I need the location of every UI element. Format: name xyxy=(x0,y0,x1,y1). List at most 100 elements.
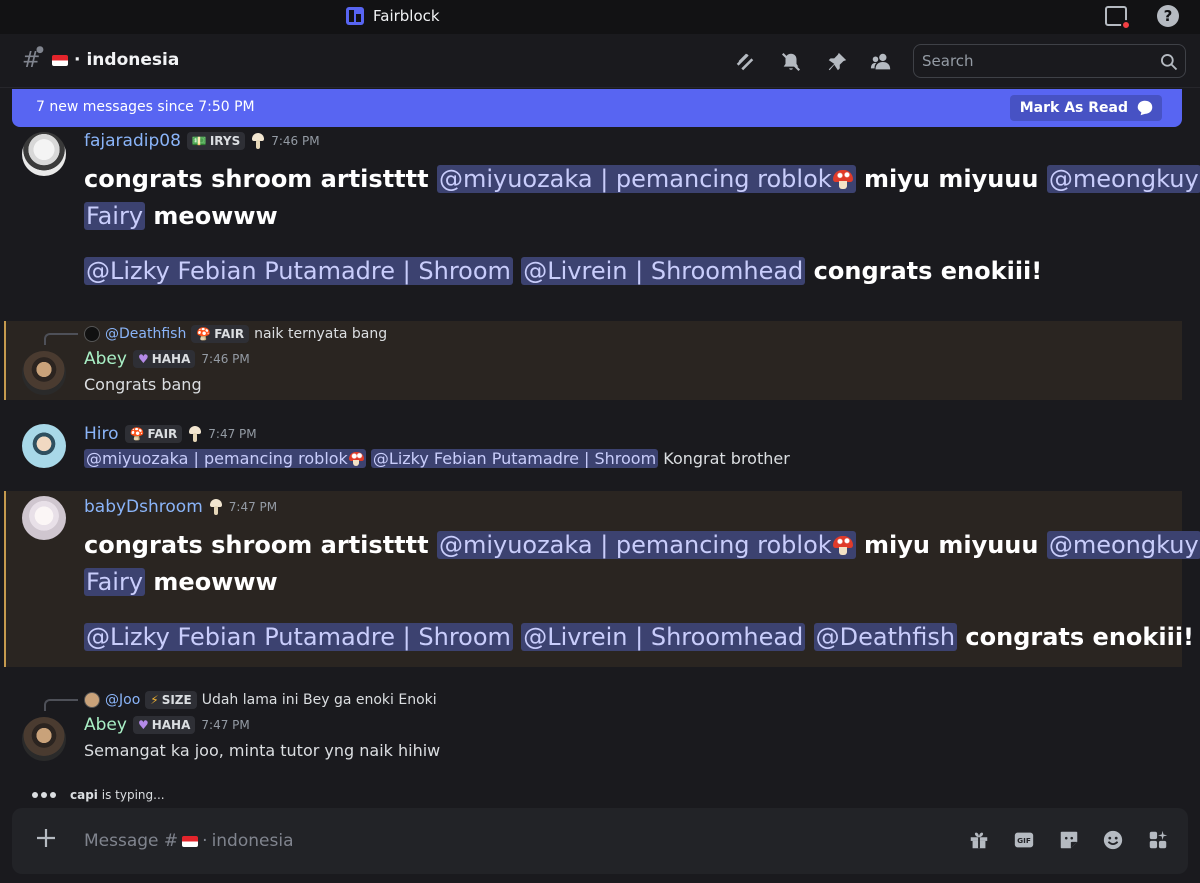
timestamp: 7:47 PM xyxy=(208,427,257,441)
reply-avatar xyxy=(84,692,100,708)
channel-title: · indonesia xyxy=(52,50,179,70)
avatar[interactable] xyxy=(22,424,66,468)
message-header: Abey ♥ HAHA 7:46 PM xyxy=(84,349,250,369)
channel-separator: · xyxy=(74,50,81,70)
reply-text: naik ternyata bang xyxy=(254,326,388,342)
window-title: Fairblock xyxy=(373,7,440,25)
reply-author[interactable]: @Deathfish xyxy=(105,326,186,342)
user-mention[interactable]: @Livrein | Shroomhead xyxy=(521,623,806,651)
typing-user: capi xyxy=(70,788,98,802)
mushroom-emoji-icon xyxy=(348,451,364,466)
role-tag: ⚡ SIZE xyxy=(145,691,197,709)
inbox-icon[interactable] xyxy=(1105,6,1131,30)
gift-icon[interactable] xyxy=(968,829,990,851)
user-mention[interactable]: @Lizky Febian Putamadre | Shroom xyxy=(84,257,513,285)
reply-preview[interactable]: @Deathfish 🍄 FAIR naik ternyata bang xyxy=(84,325,387,343)
avatar[interactable] xyxy=(22,717,66,761)
avatar[interactable] xyxy=(22,351,66,395)
new-messages-bar[interactable]: 7 new messages since 7:50 PM Mark As Rea… xyxy=(12,89,1182,127)
user-mention[interactable]: @Lizky Febian Putamadre | Shroom xyxy=(370,449,659,468)
message-text: congrats enokiii! xyxy=(813,257,1043,285)
message-text: congrats enokiii! xyxy=(965,623,1194,651)
mention-text: @miyuozaka | pemancing roblok xyxy=(438,165,832,193)
message-item[interactable]: Hiro 🍄 FAIR 7:47 PM @miyuozaka | pemancin… xyxy=(0,420,1200,480)
message-line: @miyuozaka | pemancing roblok @Lizky Feb… xyxy=(84,449,790,468)
typing-indicator: capi is typing... xyxy=(32,788,165,802)
threads-icon[interactable] xyxy=(734,51,756,73)
reply-preview[interactable]: @Joo ⚡ SIZE Udah lama ini Bey ga enoki En… xyxy=(84,691,437,709)
message-text: congrats shroom artistttt xyxy=(84,165,429,193)
mushroom-icon: 🍄 xyxy=(196,327,212,341)
gif-icon[interactable]: GIF xyxy=(1013,829,1035,851)
avatar[interactable] xyxy=(22,496,66,540)
user-mention[interactable]: @miyuozaka | pemancing roblok xyxy=(84,449,366,468)
message-item[interactable]: fajaradip08 💵 IRYS 7:46 PM congrats shroo… xyxy=(0,127,1200,310)
search-icon xyxy=(1161,54,1178,71)
emoji-icon[interactable] xyxy=(1102,829,1124,851)
message-header: Abey ♥ HAHA 7:47 PM xyxy=(84,715,250,735)
sticker-icon[interactable] xyxy=(1058,829,1080,851)
mention-text: @miyuozaka | pemancing roblok xyxy=(438,531,832,559)
user-mention[interactable]: @Lizky Febian Putamadre | Shroom xyxy=(84,623,513,651)
search-box[interactable] xyxy=(913,44,1186,78)
message-header: Hiro 🍄 FAIR 7:47 PM xyxy=(84,424,257,444)
indonesia-flag-icon xyxy=(182,835,199,847)
message-item[interactable]: @Deathfish 🍄 FAIR naik ternyata bang Abey… xyxy=(0,321,1200,400)
money-icon: 💵 xyxy=(191,134,207,148)
notification-bell-muted-icon[interactable] xyxy=(780,51,802,73)
mushroom-emoji-icon xyxy=(832,169,854,189)
svg-text:GIF: GIF xyxy=(1017,836,1031,845)
message-text: miyu miyuuu xyxy=(864,531,1039,559)
apps-icon[interactable] xyxy=(1147,829,1169,851)
member-list-icon[interactable] xyxy=(870,51,892,73)
message-text: Semangat ka joo, minta tutor yng naik hi… xyxy=(84,741,441,760)
mushroom-emoji-icon xyxy=(832,535,854,555)
mark-as-read-label: Mark As Read xyxy=(1019,100,1128,116)
timestamp: 7:46 PM xyxy=(201,352,250,366)
user-mention[interactable]: @miyuozaka | pemancing roblok xyxy=(436,165,856,193)
role-tag[interactable]: 🍄 FAIR xyxy=(124,425,183,443)
author-name[interactable]: Hiro xyxy=(84,424,119,444)
pinned-messages-icon[interactable] xyxy=(826,51,848,73)
user-mention[interactable]: @miyuozaka | pemancing roblok xyxy=(436,531,856,559)
message-line: congrats shroom artistttt @miyuozaka | p… xyxy=(84,165,1200,193)
new-messages-text: 7 new messages since 7:50 PM xyxy=(36,99,255,115)
reply-text: Udah lama ini Bey ga enoki Enoki xyxy=(201,692,437,708)
user-mention[interactable]: @Livrein | Shroomhead xyxy=(521,257,806,285)
message-item[interactable]: babyDshroom 7:47 PM congrats shroom arti… xyxy=(0,491,1200,667)
role-tag[interactable]: 💵 IRYS xyxy=(186,132,246,150)
author-name[interactable]: babyDshroom xyxy=(84,497,203,517)
message-line: Fairy meowww xyxy=(84,568,278,596)
help-icon[interactable]: ? xyxy=(1157,5,1179,27)
mushroom-badge-icon xyxy=(209,498,223,516)
author-name[interactable]: Abey xyxy=(84,349,127,369)
timestamp: 7:46 PM xyxy=(271,134,320,148)
add-attachment-icon[interactable] xyxy=(34,826,58,850)
mushroom-badge-icon xyxy=(188,425,202,443)
role-tag: 🍄 FAIR xyxy=(191,325,250,343)
message-text: meowww xyxy=(153,568,278,596)
fairblock-logo-icon xyxy=(346,7,364,25)
reply-avatar xyxy=(84,326,100,342)
reply-author[interactable]: @Joo xyxy=(105,692,140,708)
message-line: Fairy meowww xyxy=(84,202,278,230)
heart-icon: ♥ xyxy=(137,718,149,732)
avatar[interactable] xyxy=(22,132,66,176)
channel-header: # ● · indonesia xyxy=(0,34,1200,88)
mushroom-icon: 🍄 xyxy=(129,427,145,441)
message-input[interactable]: Message # · indonesia xyxy=(84,831,293,851)
search-input[interactable] xyxy=(922,51,1152,71)
role-tag[interactable]: ♥ HAHA xyxy=(132,350,196,368)
message-composer[interactable]: Message # · indonesia GIF xyxy=(12,808,1188,874)
message-item[interactable]: @Joo ⚡ SIZE Udah lama ini Bey ga enoki En… xyxy=(0,687,1200,767)
author-name[interactable]: Abey xyxy=(84,715,127,735)
role-tag[interactable]: ♥ HAHA xyxy=(132,716,196,734)
user-mention[interactable]: Fairy xyxy=(84,568,146,596)
user-mention[interactable]: Fairy xyxy=(84,202,146,230)
message-text: Congrats bang xyxy=(84,375,202,394)
author-name[interactable]: fajaradip08 xyxy=(84,131,181,151)
user-mention[interactable]: @Deathfish xyxy=(813,623,958,651)
mark-as-read-button[interactable]: Mark As Read xyxy=(1009,95,1162,121)
user-mention[interactable]: @meongkuy xyxy=(1046,531,1200,559)
user-mention[interactable]: @meongkuy xyxy=(1046,165,1200,193)
